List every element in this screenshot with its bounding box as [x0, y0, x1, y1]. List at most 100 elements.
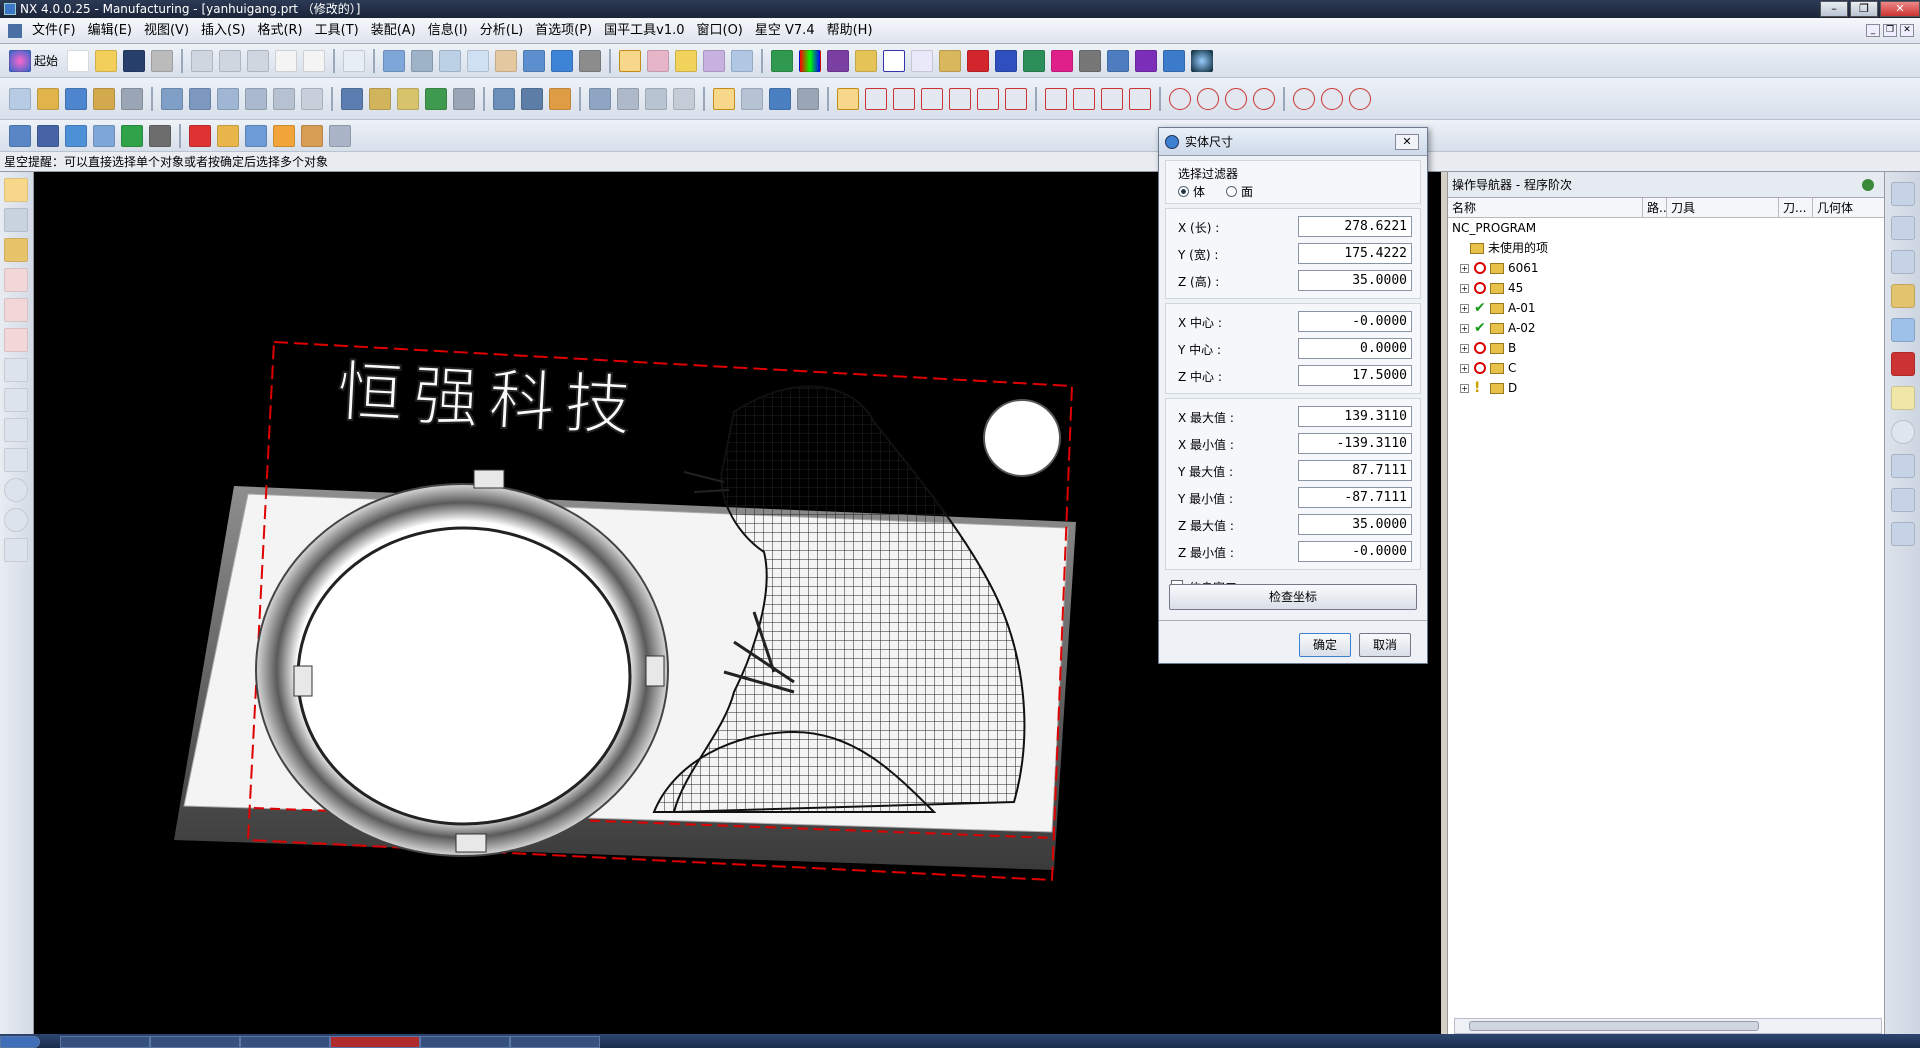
- undo-icon[interactable]: [303, 49, 326, 72]
- dialog-title-bar[interactable]: 实体尺寸 ✕: [1159, 128, 1427, 156]
- cube-icon[interactable]: [827, 49, 850, 72]
- part-icon[interactable]: [217, 124, 239, 147]
- globe-icon[interactable]: [1191, 49, 1214, 72]
- machine-view-icon[interactable]: [521, 87, 543, 110]
- blank-icon[interactable]: [245, 124, 267, 147]
- curve-icon[interactable]: [4, 268, 28, 292]
- cut-icon[interactable]: [191, 49, 214, 72]
- edge-select-icon[interactable]: [713, 87, 735, 110]
- select-body-icon[interactable]: [731, 49, 754, 72]
- size-y-field[interactable]: 175.4222: [1298, 243, 1412, 264]
- nav-root-row[interactable]: NC_PROGRAM: [1448, 218, 1884, 238]
- copy-icon[interactable]: [219, 49, 242, 72]
- feeds-icon[interactable]: [453, 87, 475, 110]
- taskbar-app[interactable]: [330, 1036, 420, 1048]
- method-view-icon[interactable]: [589, 87, 611, 110]
- cavity-icon[interactable]: [93, 124, 115, 147]
- nc-verify-icon[interactable]: [1023, 49, 1046, 72]
- scrollbar-thumb[interactable]: [1469, 1021, 1759, 1031]
- paste-icon[interactable]: [247, 49, 270, 72]
- menu-window[interactable]: 窗口(O): [691, 18, 749, 44]
- perspective-icon[interactable]: [523, 49, 546, 72]
- print-icon[interactable]: [151, 49, 174, 72]
- open-folder-icon[interactable]: [95, 49, 118, 72]
- block-icon[interactable]: [967, 49, 990, 72]
- nav-program-row[interactable]: + 45: [1448, 278, 1884, 298]
- point-snap-icon[interactable]: [837, 87, 859, 110]
- menu-edit[interactable]: 编辑(E): [82, 18, 138, 44]
- col-geometry[interactable]: 几何体: [1813, 198, 1883, 217]
- ops-navigator-icon[interactable]: [9, 124, 31, 147]
- trim-icon[interactable]: [4, 418, 28, 442]
- select-icon[interactable]: [619, 49, 642, 72]
- minimize-button[interactable]: –: [1820, 1, 1848, 17]
- mill-icon[interactable]: [37, 124, 59, 147]
- measure-icon[interactable]: [939, 49, 962, 72]
- wcs-icon[interactable]: [301, 124, 323, 147]
- timer-icon[interactable]: [673, 87, 695, 110]
- nav-program-row[interactable]: + B: [1448, 338, 1884, 358]
- expand-icon[interactable]: +: [1460, 344, 1469, 353]
- color-icon[interactable]: [799, 49, 822, 72]
- nav-program-row[interactable]: + 6061: [1448, 258, 1884, 278]
- web-browser-icon[interactable]: [1891, 318, 1915, 342]
- expand-icon[interactable]: +: [1460, 324, 1469, 333]
- history-icon[interactable]: [1891, 420, 1915, 444]
- arc-icon[interactable]: [1045, 87, 1067, 110]
- filter-icon[interactable]: [647, 49, 670, 72]
- fit-view-icon[interactable]: [383, 49, 406, 72]
- system-materials-icon[interactable]: [1891, 454, 1915, 478]
- restore-button[interactable]: ❐: [1850, 1, 1878, 17]
- operation-navigator-icon[interactable]: [1891, 250, 1915, 274]
- taskbar-app[interactable]: [510, 1036, 600, 1048]
- eraser-icon[interactable]: [329, 124, 351, 147]
- grid-icon[interactable]: [1005, 87, 1027, 110]
- angle-line-icon[interactable]: [893, 87, 915, 110]
- size-z-field[interactable]: 35.0000: [1298, 270, 1412, 291]
- radio-face[interactable]: [1226, 186, 1237, 197]
- sheet-icon[interactable]: [855, 49, 878, 72]
- arc-line-icon[interactable]: [977, 87, 999, 110]
- postprocess-icon[interactable]: [301, 87, 323, 110]
- ok-button[interactable]: 确定: [1299, 633, 1351, 657]
- menu-analysis[interactable]: 分析(L): [474, 18, 529, 44]
- taskbar-app[interactable]: [60, 1036, 150, 1048]
- generate-path-icon[interactable]: [161, 87, 183, 110]
- display-icon[interactable]: [645, 87, 667, 110]
- line-tool-2-icon[interactable]: [4, 388, 28, 412]
- mdi-close-button[interactable]: ✕: [1900, 24, 1914, 37]
- list-icon[interactable]: [1135, 49, 1158, 72]
- point-icon[interactable]: [1293, 87, 1315, 110]
- dialog-close-button[interactable]: ✕: [1395, 134, 1419, 150]
- object-icon[interactable]: [617, 87, 639, 110]
- parallel-line-icon[interactable]: [921, 87, 943, 110]
- save-icon[interactable]: [123, 49, 146, 72]
- accept-path-icon[interactable]: [425, 87, 447, 110]
- x-min-field[interactable]: -139.3110: [1298, 433, 1412, 454]
- radio-body[interactable]: [1178, 186, 1189, 197]
- circle-tool-2-icon[interactable]: [4, 508, 28, 532]
- circle-tangent-icon[interactable]: [1253, 87, 1275, 110]
- center-z-field[interactable]: 17.5000: [1298, 365, 1412, 386]
- drill-icon[interactable]: [65, 124, 87, 147]
- highlight-icon[interactable]: [1051, 49, 1074, 72]
- arc-tangent-icon[interactable]: [1073, 87, 1095, 110]
- menu-help[interactable]: 帮助(H): [821, 18, 879, 44]
- col-path[interactable]: 路...: [1643, 198, 1667, 217]
- offset-curve-icon[interactable]: [4, 328, 28, 352]
- program-view-icon[interactable]: [493, 87, 515, 110]
- layout-icon[interactable]: [1107, 49, 1130, 72]
- process-studio-icon[interactable]: [1891, 488, 1915, 512]
- assembly-navigator-icon[interactable]: [1891, 182, 1915, 206]
- roles-icon[interactable]: [1891, 522, 1915, 546]
- filter-face-option[interactable]: 面: [1226, 183, 1253, 200]
- check-icon[interactable]: [121, 124, 143, 147]
- start-icon[interactable]: [9, 49, 31, 72]
- expand-icon[interactable]: +: [1460, 284, 1469, 293]
- analysis-icon[interactable]: [4, 238, 28, 262]
- point-tool-icon[interactable]: [4, 538, 28, 562]
- line-icon[interactable]: [865, 87, 887, 110]
- circle-center-icon[interactable]: [1197, 87, 1219, 110]
- mdi-minimize-button[interactable]: _: [1866, 24, 1880, 37]
- training-icon[interactable]: [1891, 352, 1915, 376]
